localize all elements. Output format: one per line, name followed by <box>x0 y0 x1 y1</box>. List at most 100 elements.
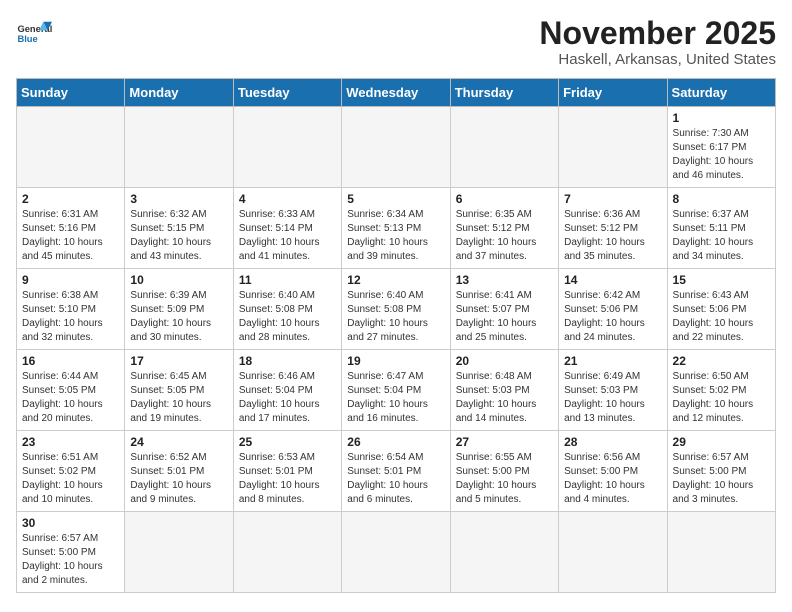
calendar-day-cell: 26Sunrise: 6:54 AM Sunset: 5:01 PM Dayli… <box>342 431 450 512</box>
calendar-day-cell <box>559 512 667 593</box>
day-info: Sunrise: 6:50 AM Sunset: 5:02 PM Dayligh… <box>673 370 770 426</box>
calendar-day-cell <box>233 107 341 188</box>
calendar-day-cell: 14 Sunrise: 6:42 AM Sunset: 5:06 PM Dayli… <box>559 269 667 350</box>
calendar-day-cell <box>17 107 125 188</box>
day-number: 9 <box>22 273 119 287</box>
calendar-header-cell: Saturday <box>667 79 775 107</box>
day-info: Sunrise: 6:46 AM Sunset: 5:04 PM Dayligh… <box>239 370 336 426</box>
day-number: 19 <box>347 354 444 368</box>
day-number: 1 <box>673 111 770 125</box>
day-number: 8 <box>673 192 770 206</box>
calendar-day-cell: 30Sunrise: 6:57 AM Sunset: 5:00 PM Dayli… <box>17 512 125 593</box>
month-title: November 2025 <box>539 16 776 51</box>
day-number: 25 <box>239 435 336 449</box>
day-number: 2 <box>22 192 119 206</box>
calendar-day-cell: 17Sunrise: 6:45 AM Sunset: 5:05 PM Dayli… <box>125 350 233 431</box>
day-number: 4 <box>239 192 336 206</box>
day-number: 20 <box>456 354 553 368</box>
day-info: Sunrise: 6:39 AM Sunset: 5:09 PM Dayligh… <box>130 289 227 345</box>
day-info: Sunrise: 6:57 AM Sunset: 5:00 PM Dayligh… <box>673 451 770 507</box>
calendar-day-cell: 16 Sunrise: 6:44 AM Sunset: 5:05 PM Dayli… <box>17 350 125 431</box>
calendar-day-cell: 4Sunrise: 6:33 AM Sunset: 5:14 PM Daylig… <box>233 188 341 269</box>
day-info: Sunrise: 6:47 AM Sunset: 5:04 PM Dayligh… <box>347 370 444 426</box>
day-info: Sunrise: 6:36 AM Sunset: 5:12 PM Dayligh… <box>564 208 661 264</box>
calendar-header-cell: Friday <box>559 79 667 107</box>
calendar-day-cell <box>125 107 233 188</box>
calendar-day-cell: 1 Sunrise: 7:30 AM Sunset: 6:17 PM Daylig… <box>667 107 775 188</box>
calendar-day-cell <box>450 512 558 593</box>
calendar-day-cell: 9 Sunrise: 6:38 AM Sunset: 5:10 PM Daylig… <box>17 269 125 350</box>
day-number: 17 <box>130 354 227 368</box>
day-number: 21 <box>564 354 661 368</box>
calendar-day-cell <box>342 512 450 593</box>
day-number: 12 <box>347 273 444 287</box>
day-number: 29 <box>673 435 770 449</box>
day-number: 24 <box>130 435 227 449</box>
calendar-week-row: 2 Sunrise: 6:31 AM Sunset: 5:16 PM Daylig… <box>17 188 776 269</box>
calendar-day-cell: 20 Sunrise: 6:48 AM Sunset: 5:03 PM Dayli… <box>450 350 558 431</box>
title-block: November 2025 Haskell, Arkansas, United … <box>539 16 776 68</box>
day-number: 28 <box>564 435 661 449</box>
day-info: Sunrise: 7:30 AM Sunset: 6:17 PM Dayligh… <box>673 127 770 183</box>
calendar-day-cell: 21 Sunrise: 6:49 AM Sunset: 5:03 PM Dayli… <box>559 350 667 431</box>
day-number: 11 <box>239 273 336 287</box>
calendar-day-cell <box>559 107 667 188</box>
calendar-day-cell: 11 Sunrise: 6:40 AM Sunset: 5:08 PM Dayli… <box>233 269 341 350</box>
svg-text:Blue: Blue <box>17 34 37 44</box>
day-info: Sunrise: 6:43 AM Sunset: 5:06 PM Dayligh… <box>673 289 770 345</box>
day-info: Sunrise: 6:31 AM Sunset: 5:16 PM Dayligh… <box>22 208 119 264</box>
calendar-header-row: SundayMondayTuesdayWednesdayThursdayFrid… <box>17 79 776 107</box>
calendar-week-row: 1 Sunrise: 7:30 AM Sunset: 6:17 PM Daylig… <box>17 107 776 188</box>
calendar-table: SundayMondayTuesdayWednesdayThursdayFrid… <box>16 78 776 593</box>
day-info: Sunrise: 6:32 AM Sunset: 5:15 PM Dayligh… <box>130 208 227 264</box>
calendar-day-cell <box>450 107 558 188</box>
day-number: 7 <box>564 192 661 206</box>
day-number: 14 <box>564 273 661 287</box>
day-info: Sunrise: 6:40 AM Sunset: 5:08 PM Dayligh… <box>347 289 444 345</box>
day-info: Sunrise: 6:44 AM Sunset: 5:05 PM Dayligh… <box>22 370 119 426</box>
calendar-day-cell: 22 Sunrise: 6:50 AM Sunset: 5:02 PM Dayli… <box>667 350 775 431</box>
day-number: 13 <box>456 273 553 287</box>
page-header: General Blue November 2025 Haskell, Arka… <box>16 16 776 68</box>
day-info: Sunrise: 6:51 AM Sunset: 5:02 PM Dayligh… <box>22 451 119 507</box>
day-info: Sunrise: 6:48 AM Sunset: 5:03 PM Dayligh… <box>456 370 553 426</box>
calendar-day-cell: 13 Sunrise: 6:41 AM Sunset: 5:07 PM Dayli… <box>450 269 558 350</box>
calendar-day-cell: 19 Sunrise: 6:47 AM Sunset: 5:04 PM Dayli… <box>342 350 450 431</box>
day-number: 30 <box>22 516 119 530</box>
calendar-body: 1 Sunrise: 7:30 AM Sunset: 6:17 PM Daylig… <box>17 107 776 593</box>
day-info: Sunrise: 6:38 AM Sunset: 5:10 PM Dayligh… <box>22 289 119 345</box>
day-info: Sunrise: 6:54 AM Sunset: 5:01 PM Dayligh… <box>347 451 444 507</box>
day-info: Sunrise: 6:41 AM Sunset: 5:07 PM Dayligh… <box>456 289 553 345</box>
calendar-day-cell: 3Sunrise: 6:32 AM Sunset: 5:15 PM Daylig… <box>125 188 233 269</box>
calendar-day-cell: 8 Sunrise: 6:37 AM Sunset: 5:11 PM Daylig… <box>667 188 775 269</box>
day-info: Sunrise: 6:37 AM Sunset: 5:11 PM Dayligh… <box>673 208 770 264</box>
day-number: 10 <box>130 273 227 287</box>
calendar-header-cell: Monday <box>125 79 233 107</box>
day-info: Sunrise: 6:34 AM Sunset: 5:13 PM Dayligh… <box>347 208 444 264</box>
calendar-header-cell: Sunday <box>17 79 125 107</box>
day-info: Sunrise: 6:49 AM Sunset: 5:03 PM Dayligh… <box>564 370 661 426</box>
calendar-day-cell: 2 Sunrise: 6:31 AM Sunset: 5:16 PM Daylig… <box>17 188 125 269</box>
calendar-week-row: 30Sunrise: 6:57 AM Sunset: 5:00 PM Dayli… <box>17 512 776 593</box>
day-info: Sunrise: 6:53 AM Sunset: 5:01 PM Dayligh… <box>239 451 336 507</box>
day-info: Sunrise: 6:42 AM Sunset: 5:06 PM Dayligh… <box>564 289 661 345</box>
day-number: 5 <box>347 192 444 206</box>
calendar-header-cell: Tuesday <box>233 79 341 107</box>
day-info: Sunrise: 6:55 AM Sunset: 5:00 PM Dayligh… <box>456 451 553 507</box>
day-number: 22 <box>673 354 770 368</box>
day-number: 15 <box>673 273 770 287</box>
calendar-week-row: 16 Sunrise: 6:44 AM Sunset: 5:05 PM Dayli… <box>17 350 776 431</box>
day-info: Sunrise: 6:40 AM Sunset: 5:08 PM Dayligh… <box>239 289 336 345</box>
day-number: 16 <box>22 354 119 368</box>
calendar-day-cell <box>342 107 450 188</box>
calendar-week-row: 9 Sunrise: 6:38 AM Sunset: 5:10 PM Daylig… <box>17 269 776 350</box>
day-info: Sunrise: 6:52 AM Sunset: 5:01 PM Dayligh… <box>130 451 227 507</box>
calendar-day-cell: 23Sunrise: 6:51 AM Sunset: 5:02 PM Dayli… <box>17 431 125 512</box>
calendar-day-cell: 7 Sunrise: 6:36 AM Sunset: 5:12 PM Daylig… <box>559 188 667 269</box>
logo-icon: General Blue <box>16 16 52 52</box>
calendar-day-cell <box>233 512 341 593</box>
calendar-day-cell: 18Sunrise: 6:46 AM Sunset: 5:04 PM Dayli… <box>233 350 341 431</box>
calendar-day-cell <box>667 512 775 593</box>
calendar-day-cell: 28Sunrise: 6:56 AM Sunset: 5:00 PM Dayli… <box>559 431 667 512</box>
calendar-day-cell: 27Sunrise: 6:55 AM Sunset: 5:00 PM Dayli… <box>450 431 558 512</box>
